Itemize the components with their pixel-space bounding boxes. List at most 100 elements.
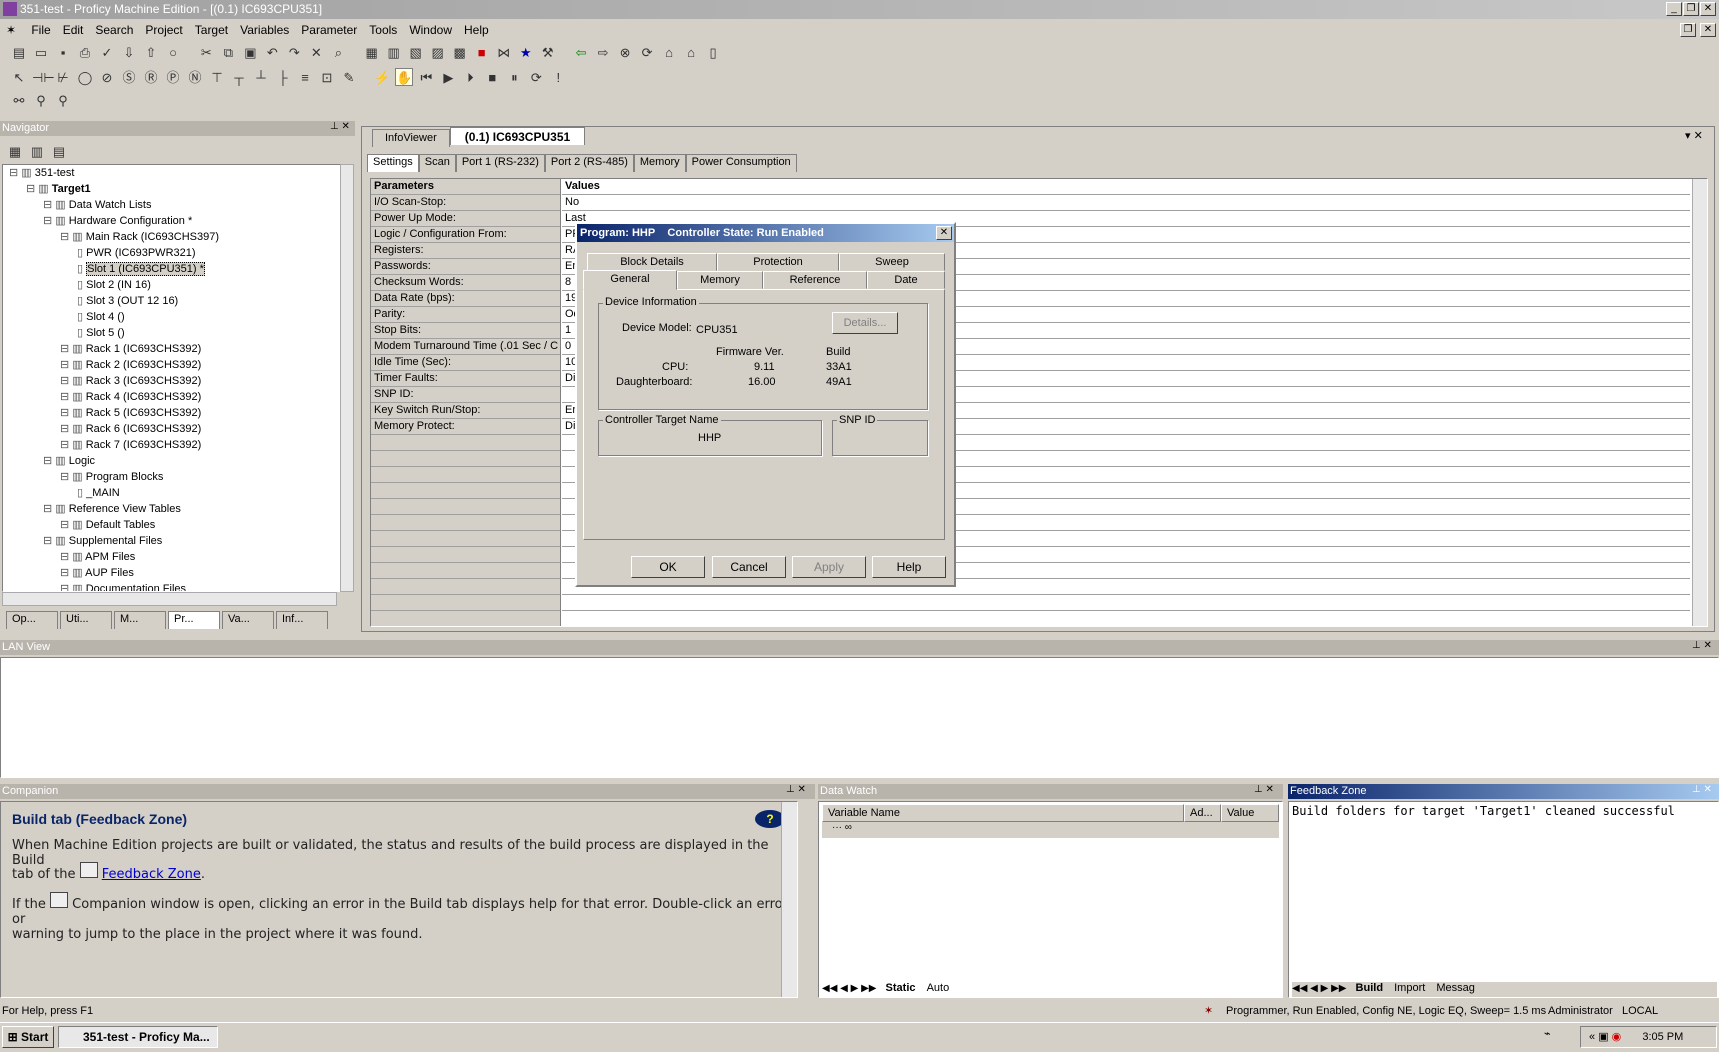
tab-static[interactable]: Static <box>886 982 916 994</box>
feedback-icon[interactable]: ▨ <box>429 44 447 62</box>
col-address[interactable]: Ad... <box>1184 804 1221 822</box>
contact-no-icon[interactable]: ⊣⊢ <box>32 69 55 87</box>
project-tree[interactable]: ⊟ ▥ 351-test ⊟ ▥ Target1 ⊟ ▥ Data Watch Li… <box>2 164 354 592</box>
view-icon[interactable]: ▦ <box>6 143 24 161</box>
back-icon[interactable]: ⇦ <box>572 44 590 62</box>
config-tab[interactable]: Port 1 (RS-232) <box>455 154 545 172</box>
navigator-icon[interactable]: ▦ <box>363 44 381 62</box>
start-button[interactable]: ⊞ Start <box>2 1026 54 1048</box>
navigator-tab[interactable]: Op... <box>6 611 58 629</box>
coil-neg-icon[interactable]: ⊘ <box>98 69 116 87</box>
grid-param[interactable]: Memory Protect: <box>371 419 560 435</box>
tree-node[interactable]: ⊟ ▥ Default Tables <box>3 517 353 533</box>
tree-node[interactable]: ⊟ ▥ Hardware Configuration * <box>3 213 353 229</box>
tools-icon[interactable]: ⚒ <box>539 44 557 62</box>
mdi-restore-button[interactable]: ❐ <box>1680 23 1696 37</box>
doc-close-icon[interactable]: ▾ ✕ <box>1685 129 1703 142</box>
forward-icon[interactable]: ⇨ <box>594 44 612 62</box>
wire-h-icon[interactable]: ┬ <box>230 69 248 87</box>
lan-pin-icon[interactable]: ⊥ ✕ <box>1692 640 1712 651</box>
print-icon[interactable]: ⎙ <box>76 44 94 62</box>
tree-node[interactable]: ▯ _MAIN <box>3 485 353 501</box>
tab-general[interactable]: General <box>583 270 677 290</box>
col-variable-name[interactable]: Variable Name <box>822 804 1184 822</box>
coil-p-icon[interactable]: Ⓟ <box>164 69 182 87</box>
grid-empty-row[interactable] <box>371 483 560 499</box>
menu-window[interactable]: Window <box>403 20 458 40</box>
tab-nav-icon[interactable]: ◀◀ ◀ ▶ ▶▶ <box>822 983 876 994</box>
tree-node[interactable]: ⊟ ▥ Rack 1 (IC693CHS392) <box>3 341 353 357</box>
menu-variables[interactable]: Variables <box>234 20 295 40</box>
tab-infoviewer[interactable]: InfoViewer <box>372 129 450 147</box>
lamp-icon[interactable]: ○ <box>164 44 182 62</box>
feedback-pin-icon[interactable]: ⊥ ✕ <box>1692 784 1712 795</box>
fault-icon[interactable]: ! <box>549 69 567 87</box>
cycle-icon[interactable]: ⟳ <box>527 69 545 87</box>
menu-search[interactable]: Search <box>89 20 139 40</box>
navigator-tab[interactable]: Pr... <box>168 611 220 629</box>
grid-empty-row[interactable] <box>371 531 560 547</box>
grid-param[interactable]: Idle Time (Sec): <box>371 355 560 371</box>
monitor-icon[interactable]: ✋ <box>395 68 414 86</box>
paste-icon[interactable]: ▣ <box>241 44 259 62</box>
wire-v-icon[interactable]: ┴ <box>252 69 270 87</box>
menu-project[interactable]: Project <box>139 20 188 40</box>
tab-import[interactable]: Import <box>1394 982 1425 994</box>
grid-empty-row[interactable] <box>371 451 560 467</box>
grid-param[interactable]: Logic / Configuration From: <box>371 227 560 243</box>
upload-icon[interactable]: ⇧ <box>142 44 160 62</box>
companion-icon[interactable]: ▧ <box>407 44 425 62</box>
redo-icon[interactable]: ↷ <box>285 44 303 62</box>
binoculars-icon[interactable]: ⚯ <box>10 92 28 110</box>
undo-icon[interactable]: ↶ <box>263 44 281 62</box>
tree-node[interactable]: ▯ Slot 5 () <box>3 325 353 341</box>
inspector-icon[interactable]: ▥ <box>385 44 403 62</box>
grid-empty-row[interactable] <box>562 595 1690 611</box>
grid-empty-row[interactable] <box>371 579 560 595</box>
tab-reference[interactable]: Reference <box>763 271 867 289</box>
tree-node[interactable]: ⊟ ▥ Rack 4 (IC693CHS392) <box>3 389 353 405</box>
tree-node[interactable]: ⊟ ▥ 351-test <box>3 165 353 181</box>
grid-empty-row[interactable] <box>371 435 560 451</box>
cancel-button[interactable]: Cancel <box>712 556 786 578</box>
network-tray-icon[interactable]: ▣ <box>1598 1031 1608 1043</box>
config-tab[interactable]: Memory <box>633 154 686 172</box>
details-button[interactable]: Details... <box>832 312 898 334</box>
contact-nc-icon[interactable]: ⊬ <box>54 69 72 87</box>
menu-parameter[interactable]: Parameter <box>295 20 363 40</box>
config-tab[interactable]: Power Consumption <box>685 154 797 172</box>
tree-node[interactable]: ⊟ ▥ Rack 2 (IC693CHS392) <box>3 357 353 373</box>
refresh-icon[interactable]: ⟳ <box>638 44 656 62</box>
tree-node[interactable]: ⊟ ▥ Target1 <box>3 181 353 197</box>
new-icon[interactable]: ▤ <box>10 44 28 62</box>
tree-node[interactable]: ⊟ ▥ Logic <box>3 453 353 469</box>
grid-param[interactable]: Modem Turnaround Time (.01 Sec / C <box>371 339 560 355</box>
tab-messages[interactable]: Messag <box>1436 982 1475 994</box>
stop-icon[interactable]: ⊗ <box>616 44 634 62</box>
tree-vscroll[interactable] <box>340 164 354 592</box>
delete-icon[interactable]: ✕ <box>307 44 325 62</box>
grid-param[interactable]: SNP ID: <box>371 387 560 403</box>
grid-param[interactable]: Timer Faults: <box>371 371 560 387</box>
find-next-icon[interactable]: ⚲ <box>54 92 72 110</box>
online-icon[interactable]: ⚡ <box>373 69 391 87</box>
favorites-icon[interactable]: ⌂ <box>682 44 700 62</box>
restore-button[interactable]: ❐ <box>1683 2 1699 16</box>
tab-date[interactable]: Date <box>867 271 945 289</box>
tree-node[interactable]: ▯ Slot 2 (IN 16) <box>3 277 353 293</box>
coil-n-icon[interactable]: Ⓝ <box>186 69 204 87</box>
comment-icon[interactable]: ≡ <box>296 69 314 87</box>
grid-param[interactable]: Data Rate (bps): <box>371 291 560 307</box>
tree-node[interactable]: ⊟ ▥ Rack 6 (IC693CHS392) <box>3 421 353 437</box>
menu-help[interactable]: Help <box>458 20 495 40</box>
ok-button[interactable]: OK <box>631 556 705 578</box>
tree-node[interactable]: ⊟ ▥ Reference View Tables <box>3 501 353 517</box>
play-icon[interactable]: ▶ <box>439 69 457 87</box>
config-tab[interactable]: Settings <box>367 154 419 172</box>
mdi-close-button[interactable]: ✕ <box>1700 23 1716 37</box>
config-tab[interactable]: Port 2 (RS-485) <box>544 154 634 172</box>
doc-help-icon[interactable]: ▯ <box>704 44 722 62</box>
tab-protection[interactable]: Protection <box>717 253 839 271</box>
grid-value[interactable]: No <box>562 195 1690 211</box>
tree-node[interactable]: ⊟ ▥ Data Watch Lists <box>3 197 353 213</box>
